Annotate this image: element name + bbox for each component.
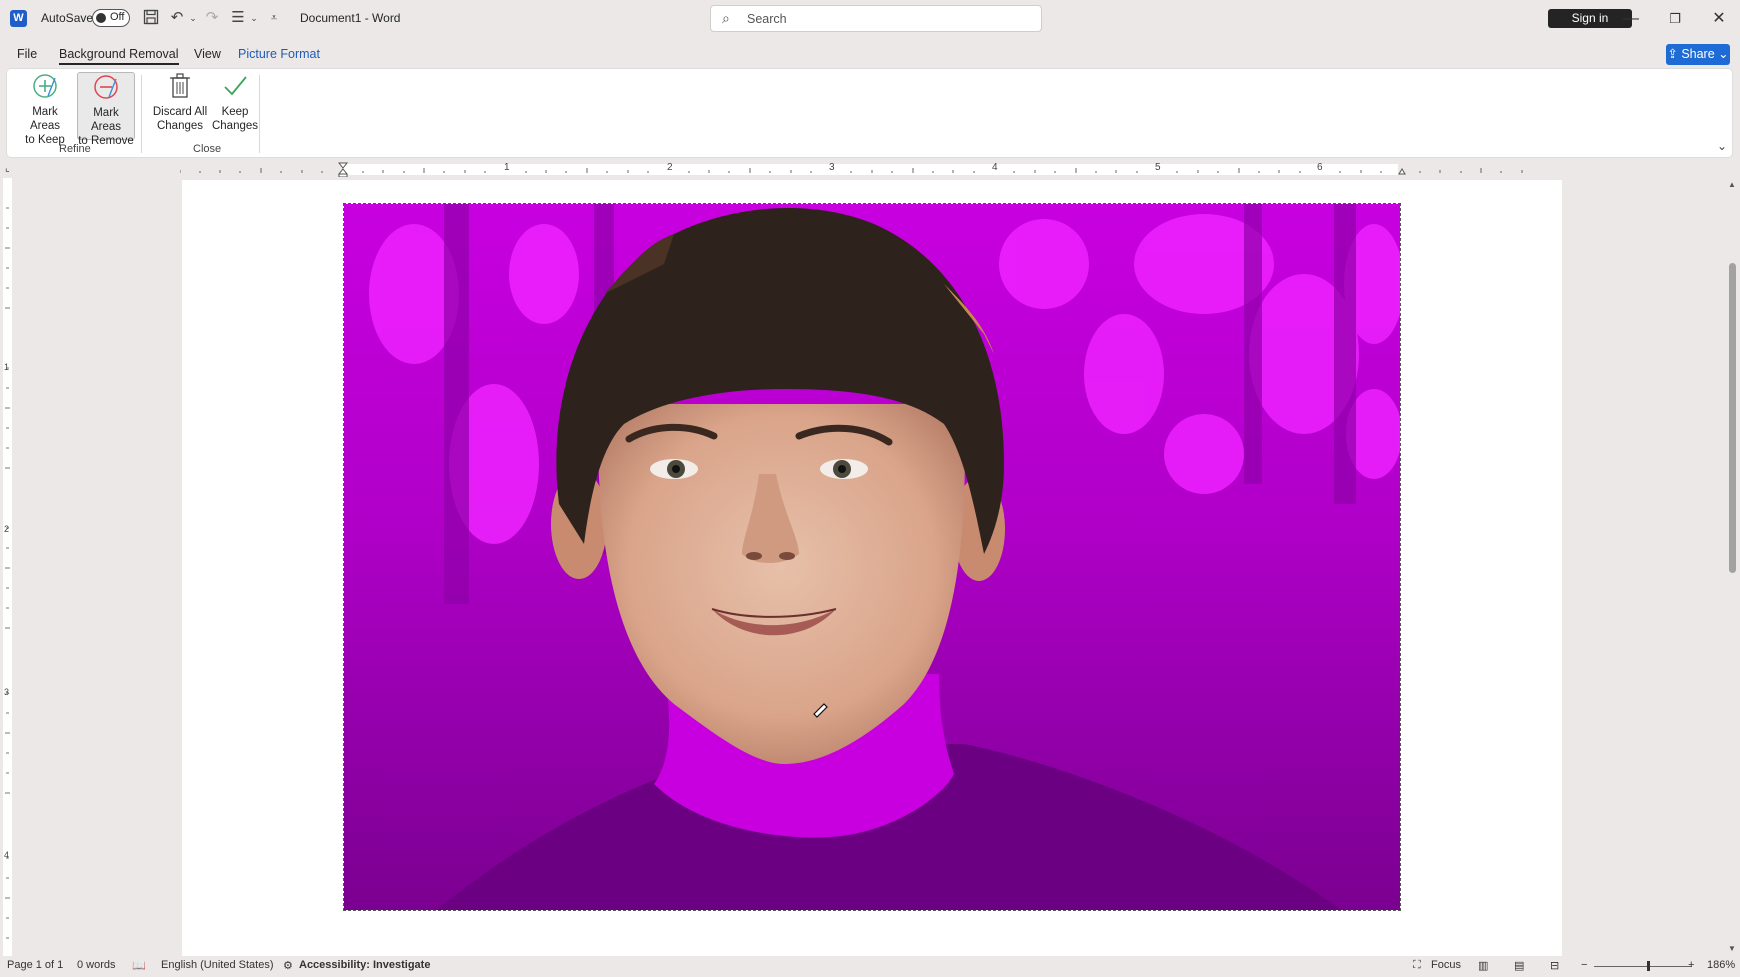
ruler-number: 1	[504, 162, 510, 173]
autosave-label: AutoSave	[41, 11, 94, 25]
portrait-photo-illustration	[344, 204, 1400, 910]
scrollbar-thumb[interactable]	[1729, 263, 1736, 573]
mark-remove-icon	[78, 73, 134, 106]
ruler-number: 2	[667, 162, 673, 173]
ribbon: Mark Areas to Keep Mark Areas to Remove …	[6, 68, 1733, 158]
search-placeholder: Search	[747, 12, 787, 26]
zoom-slider-thumb[interactable]	[1647, 961, 1650, 971]
zoom-level[interactable]: 186%	[1707, 959, 1735, 971]
vertical-scrollbar[interactable]: ▲ ▼	[1724, 178, 1740, 956]
share-chevron-icon: ⌄	[1714, 47, 1729, 61]
close-icon[interactable]: ✕	[1696, 5, 1740, 33]
share-button[interactable]: ⇪ Share ⌄	[1666, 44, 1730, 65]
save-icon[interactable]	[142, 9, 160, 27]
title-bar: W AutoSave Off ↶ ⌄ ↷ ☰ ⌄ ⩡ Document1 - W…	[0, 0, 1740, 38]
mark-areas-to-remove-button[interactable]: Mark Areas to Remove	[77, 72, 135, 147]
group-label-refine: Refine	[59, 143, 91, 155]
web-layout-icon[interactable]: ⊟	[1550, 959, 1559, 972]
checkmark-icon	[209, 72, 261, 105]
discard-label-2: Changes	[156, 120, 204, 132]
scroll-down-arrow-icon[interactable]: ▼	[1728, 944, 1736, 953]
focus-icon: ⛶	[1413, 959, 1421, 971]
vertical-ruler-number: 2	[4, 524, 10, 534]
redo-icon[interactable]: ↷	[203, 9, 221, 27]
zoom-slider-track[interactable]	[1594, 966, 1692, 967]
group-label-close: Close	[193, 143, 222, 155]
zoom-out-icon[interactable]: −	[1581, 959, 1587, 971]
tab-file[interactable]: File	[17, 47, 37, 61]
ruler-number: 5	[1155, 162, 1161, 173]
autosave-toggle[interactable]: Off	[92, 9, 130, 27]
collapse-ribbon-chevron-icon[interactable]: ⌄	[1717, 139, 1727, 153]
vertical-ruler-number: 3	[4, 687, 10, 697]
ruler-number: 3	[829, 162, 835, 173]
trash-icon	[149, 72, 211, 105]
print-layout-icon[interactable]: ▤	[1514, 959, 1524, 972]
restore-icon[interactable]: ❐	[1652, 5, 1698, 33]
share-label: Share	[1681, 47, 1715, 61]
discard-all-changes-button[interactable]: Discard All Changes	[149, 72, 211, 140]
scroll-up-arrow-icon[interactable]: ▲	[1728, 180, 1736, 189]
language[interactable]: English (United States)	[161, 959, 274, 971]
search-box[interactable]: ⌕ Search	[710, 5, 1042, 32]
ruler-number: 6	[1317, 162, 1323, 173]
mark-remove-label-1: Mark Areas	[90, 107, 122, 133]
tab-view[interactable]: View	[194, 47, 221, 61]
keep-label-1: Keep	[221, 106, 249, 118]
accessibility-icon: ⚙	[283, 960, 293, 972]
undo-dropdown-chevron-icon[interactable]: ⌄	[184, 9, 202, 27]
keep-label-2: Changes	[211, 120, 259, 132]
page-count[interactable]: Page 1 of 1	[7, 959, 63, 971]
accessibility-status[interactable]: Accessibility: Investigate	[299, 959, 430, 971]
picture-with-removal-overlay[interactable]	[343, 203, 1401, 911]
autosave-state: Off	[110, 11, 125, 23]
mark-areas-to-keep-button[interactable]: Mark Areas to Keep	[17, 72, 73, 146]
vertical-ruler[interactable]	[0, 178, 14, 956]
zoom-in-icon[interactable]: +	[1688, 959, 1694, 971]
status-bar: Page 1 of 1 0 words 📖 English (United St…	[0, 956, 1740, 977]
ruler-number: 4	[992, 162, 998, 173]
tab-picture-format[interactable]: Picture Format	[238, 47, 320, 61]
search-icon: ⌕	[722, 10, 730, 26]
horizontal-ruler[interactable]	[180, 162, 1560, 177]
group-separator	[141, 75, 142, 153]
vertical-ruler-number: 4	[4, 850, 10, 860]
vertical-ruler-number: 1	[4, 362, 10, 372]
discard-label-1: Discard All	[152, 106, 208, 118]
minimize-icon[interactable]: —	[1608, 5, 1654, 33]
focus-button[interactable]: Focus	[1431, 959, 1461, 971]
proofing-icon[interactable]: 📖	[132, 959, 146, 972]
word-logo-icon: W	[10, 10, 27, 27]
mark-keep-label-1: Mark Areas	[29, 106, 61, 132]
share-icon: ⇪	[1667, 47, 1682, 61]
tab-background-removal[interactable]: Background Removal	[59, 47, 179, 65]
mark-keep-icon	[17, 72, 73, 105]
keep-changes-button[interactable]: Keep Changes	[209, 72, 261, 140]
group-separator	[259, 75, 260, 153]
document-title: Document1 - Word	[300, 11, 401, 25]
read-mode-icon[interactable]: ▥	[1478, 959, 1488, 972]
bullets-dropdown-chevron-icon[interactable]: ⌄	[245, 9, 263, 27]
tab-selector-icon[interactable]: ⌞	[5, 163, 10, 174]
customize-qat-icon[interactable]: ⩡	[265, 9, 283, 27]
word-count[interactable]: 0 words	[77, 959, 116, 971]
toggle-knob	[96, 13, 106, 23]
